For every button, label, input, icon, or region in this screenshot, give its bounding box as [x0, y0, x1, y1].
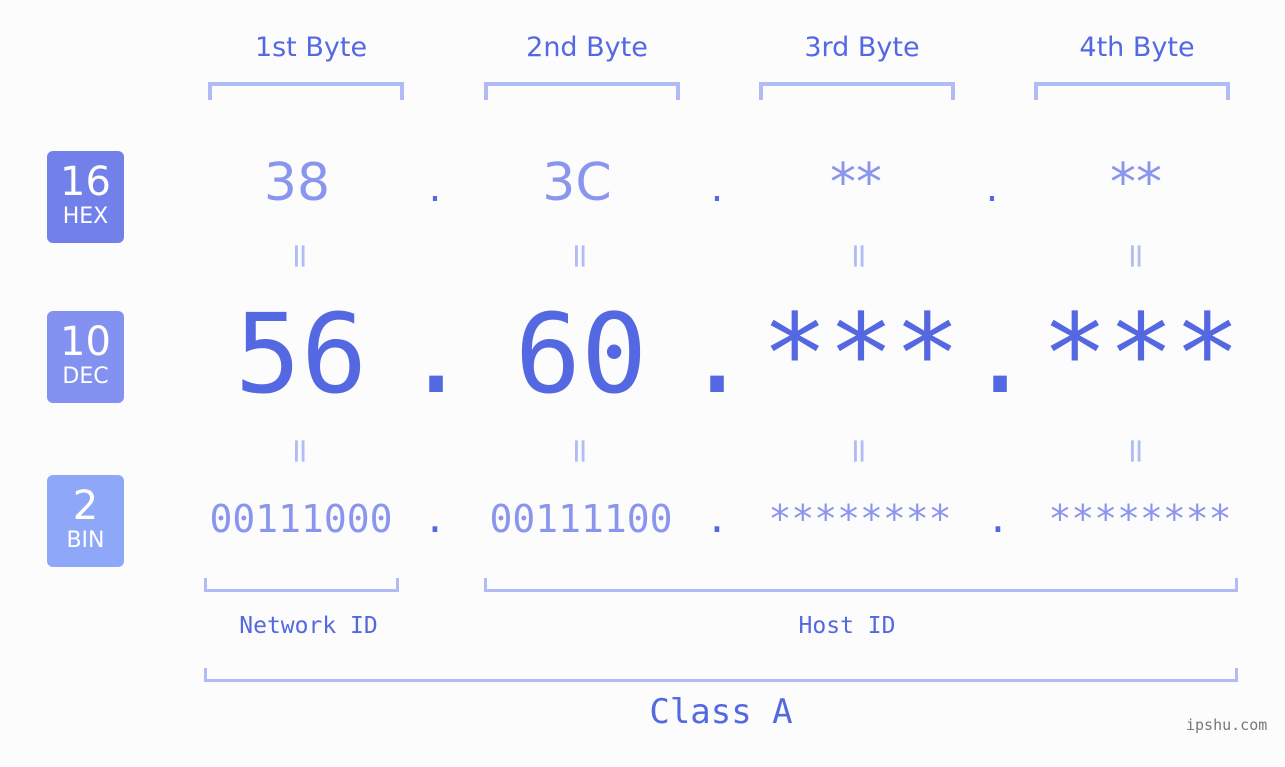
bin-separator-1: .: [423, 497, 447, 541]
hex-byte-2: 3C: [542, 153, 612, 213]
bin-separator-3: .: [986, 497, 1010, 541]
watermark: ipshu.com: [1186, 716, 1268, 734]
equals-icon: =: [280, 436, 320, 466]
equals-icon: =: [280, 241, 320, 271]
dec-separator-1: .: [403, 290, 470, 418]
bin-separator-2: .: [705, 497, 729, 541]
bin-byte-2: 00111100: [489, 497, 673, 541]
bin-badge-label: BIN: [66, 528, 105, 553]
dec-byte-1: 56: [234, 290, 368, 418]
hex-separator-2: .: [710, 165, 724, 211]
equals-icon: =: [839, 241, 879, 271]
host-id-bracket: [484, 578, 1238, 592]
byte-header-4: 4th Byte: [1079, 32, 1195, 63]
bin-byte-1: 00111000: [209, 497, 393, 541]
byte-header-1: 1st Byte: [254, 32, 368, 63]
hex-badge-label: HEX: [62, 204, 109, 229]
dec-byte-2: 60: [514, 290, 648, 418]
bin-byte-3: ********: [768, 497, 952, 541]
byte-header-2: 2nd Byte: [526, 32, 648, 63]
equals-icon: =: [839, 436, 879, 466]
byte-header-3: 3rd Byte: [804, 32, 920, 63]
network-id-bracket: [204, 578, 399, 592]
dec-separator-2: .: [684, 290, 751, 418]
dec-separator-3: .: [967, 290, 1034, 418]
bin-badge: 2 BIN: [47, 475, 124, 567]
byte-bracket-1: [208, 82, 404, 100]
dec-badge-number: 10: [60, 319, 111, 365]
hex-byte-4: **: [1110, 153, 1162, 213]
byte-bracket-4: [1034, 82, 1230, 100]
hex-separator-1: .: [428, 165, 442, 211]
byte-bracket-2: [484, 82, 680, 100]
dec-badge: 10 DEC: [47, 311, 124, 403]
dec-byte-4: ***: [1041, 290, 1241, 418]
equals-icon: =: [560, 241, 600, 271]
byte-bracket-3: [759, 82, 955, 100]
dec-byte-3: ***: [761, 290, 961, 418]
bin-badge-number: 2: [72, 483, 99, 529]
dec-badge-label: DEC: [62, 364, 109, 389]
class-bracket: [204, 668, 1238, 682]
hex-separator-3: .: [985, 165, 999, 211]
hex-byte-1: 38: [263, 153, 331, 213]
hex-badge-number: 16: [60, 159, 111, 205]
network-id-label: Network ID: [239, 613, 378, 639]
equals-icon: =: [560, 436, 600, 466]
equals-icon: =: [1116, 436, 1156, 466]
host-id-label: Host ID: [798, 613, 896, 639]
equals-icon: =: [1116, 241, 1156, 271]
hex-badge: 16 HEX: [47, 151, 124, 243]
class-label: Class A: [649, 692, 793, 732]
bin-byte-4: ********: [1048, 497, 1232, 541]
hex-byte-3: **: [830, 153, 882, 213]
